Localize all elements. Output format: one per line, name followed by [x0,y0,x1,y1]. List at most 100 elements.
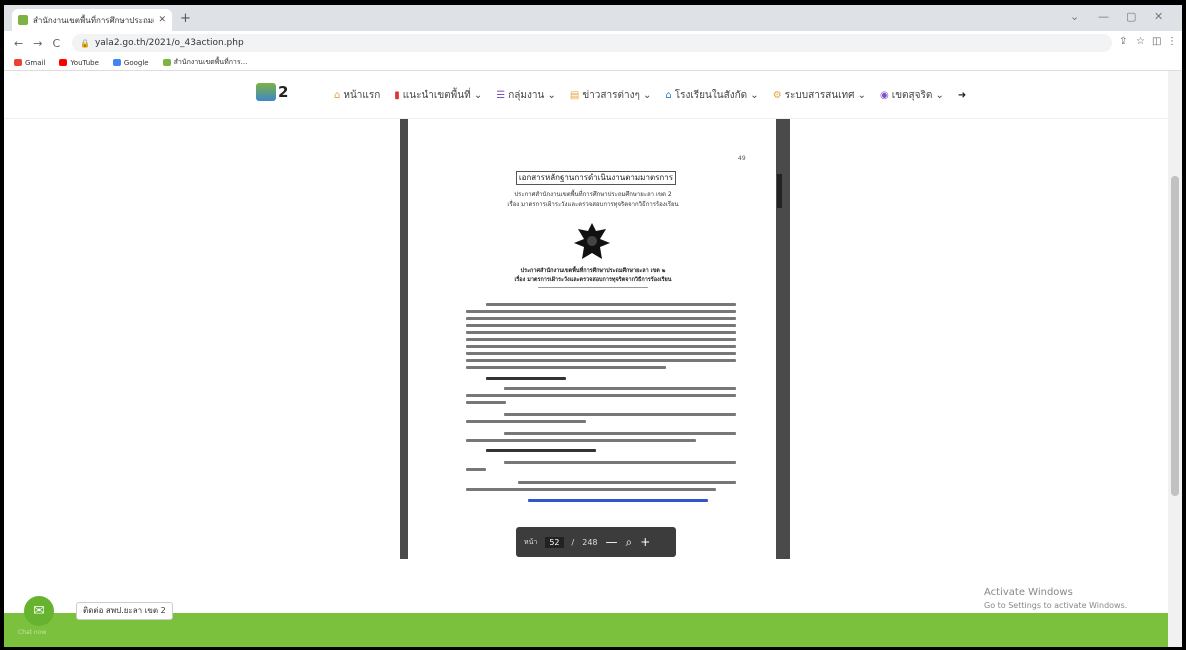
login-button[interactable]: ➜ [958,88,966,103]
close-window-icon[interactable]: ✕ [1154,10,1163,23]
site-logo[interactable]: 2 [256,83,288,101]
bookmarks-bar: Gmail YouTube Google สำนักงานเขตพื้นที่ก… [4,55,1182,71]
menu-item-groups[interactable]: ☰ กลุ่มงาน ⌄ [496,88,556,103]
document-subtitle-2: เรื่อง มาตรการเฝ้าระวังและตรวจสอบการทุจร… [507,201,679,208]
address-bar[interactable]: 🔒 yala2.go.th/2021/o_43action.php [72,34,1112,52]
zoom-icon[interactable]: ⌕ [626,535,633,550]
garuda-emblem-icon [574,223,610,259]
chat-button[interactable]: ✉ [24,596,54,626]
share-icon[interactable]: ⇪ [1119,36,1127,47]
main-menu: ⌂ หน้าแรก ▮ แนะนำเขตพื้นที่ ⌄ ☰ กลุ่มงาน ⌄ … [334,88,966,103]
new-tab-icon[interactable]: + [180,11,191,26]
reload-icon[interactable]: C [52,37,60,50]
globe-icon: ◉ [880,90,889,101]
body-text-line [518,481,736,484]
tab-title: สำนักงานเขตพื้นที่การศึกษาประถมศึก [33,15,155,25]
google-icon [112,59,121,66]
body-text-line [466,324,736,327]
body-text-line [466,317,736,320]
system-icon: ⚙ [772,90,782,101]
chat-sublabel: Chat now [18,629,47,636]
site-footer [4,613,1168,647]
site-favicon-icon [18,15,28,25]
bookmark-google[interactable]: Google [112,59,149,67]
pdf-scrollbar[interactable] [777,174,782,208]
announcement-caption-2: เรื่อง มาตรการเฝ้าระวังและตรวจสอบการทุจร… [514,277,672,283]
menu-item-home[interactable]: ⌂ หน้าแรก [334,88,380,103]
body-text-line [504,413,736,416]
body-text-line [466,345,736,348]
login-icon: ➜ [957,90,967,101]
body-text-line [466,468,486,471]
windows-activation-watermark: Activate Windows Go to Settings to activ… [984,587,1128,610]
close-tab-icon[interactable]: ✕ [158,15,166,25]
news-icon: ▤ [569,90,580,101]
body-text-line [466,401,506,404]
document-subtitle: ประกาศสำนักงานเขตพื้นที่การศึกษาประถมศึก… [514,191,672,198]
body-text-line [466,420,586,423]
pdf-viewer[interactable]: 49 เอกสารหลักฐานการดำเนินงานตามมาตรการ ป… [400,119,790,559]
page-label: หน้า [524,537,538,546]
home-icon: ⌂ [334,90,341,101]
zoom-out-button[interactable]: — [606,535,618,549]
maximize-icon[interactable]: ▢ [1126,10,1136,23]
menu-item-integrity[interactable]: ◉ เขตสุจริต ⌄ [880,88,944,103]
pdf-page-number: 49 [738,155,746,162]
body-text-line [466,359,736,362]
body-text-line [466,331,736,334]
browser-tab[interactable]: สำนักงานเขตพื้นที่การศึกษาประถมศึก ✕ [12,9,172,31]
pdf-page: 49 เอกสารหลักฐานการดำเนินงานตามมาตรการ ป… [408,119,776,559]
zoom-in-button[interactable]: + [640,535,650,549]
bookmark-gmail[interactable]: Gmail [14,59,45,67]
body-text-line [466,338,736,341]
bookmark-star-icon[interactable]: ☆ [1136,36,1145,47]
body-text-line [466,310,736,313]
menu-item-news[interactable]: ▤ ข่าวสารต่างๆ ⌄ [570,88,652,103]
body-text-line [466,394,736,397]
bookmark-youtube[interactable]: YouTube [59,59,99,67]
body-text-line [504,461,736,464]
body-link-line [528,499,708,502]
sidepanel-icon[interactable]: ◫ [1152,36,1161,47]
tab-search-icon[interactable]: ⌄ [1070,10,1079,23]
menu-item-systems[interactable]: ⚙ ระบบสารสนเทศ ⌄ [773,88,866,103]
menu-item-about[interactable]: ▮ แนะนำเขตพื้นที่ ⌄ [394,88,482,103]
announcement-caption: ประกาศสำนักงานเขตพื้นที่การศึกษาประถมศึก… [520,268,666,274]
body-text-line [466,439,696,442]
page-content: 49 เอกสารหลักฐานการดำเนินงานตามมาตรการ ป… [4,119,1168,613]
body-heading-line [486,449,596,452]
body-text-line [466,488,716,491]
menu-item-schools[interactable]: ⌂ โรงเรียนในสังกัด ⌄ [665,88,758,103]
gmail-icon [14,59,22,66]
site-header: 2 ⌂ หน้าแรก ▮ แนะนำเขตพื้นที่ ⌄ ☰ กลุ่มงาน … [4,71,1182,119]
pdf-toolbar: หน้า 52 / 248 — ⌕ + [516,527,676,557]
logo-icon [256,83,276,101]
school-icon: ⌂ [665,90,672,101]
menu-dots-icon[interactable]: ⋮ [1167,36,1177,47]
list-icon: ☰ [496,90,506,101]
building-icon: ▮ [394,90,400,101]
forward-icon[interactable]: → [33,37,42,50]
chat-label[interactable]: ติดต่อ สพป.ยะลา เขต 2 [76,602,173,620]
body-text-line [466,366,666,369]
page-number-input[interactable]: 52 [545,536,564,548]
office-favicon-icon [162,59,171,66]
page-separator: / [571,537,575,547]
youtube-icon [59,59,68,66]
divider [538,287,648,288]
back-icon[interactable]: ← [14,37,23,50]
browser-window: สำนักงานเขตพื้นที่การศึกษาประถมศึก ✕ + ⌄… [4,5,1182,647]
body-text-line [504,387,736,390]
url-text: yala2.go.th/2021/o_43action.php [94,38,244,48]
tab-strip: สำนักงานเขตพื้นที่การศึกษาประถมศึก ✕ + ⌄… [4,5,1182,31]
body-text-line [504,432,736,435]
total-pages: 248 [582,537,598,547]
bookmark-office[interactable]: สำนักงานเขตพื้นที่การ... [162,57,247,68]
lock-icon: 🔒 [80,38,90,48]
body-heading-line [486,377,566,380]
body-text-line [466,352,736,355]
page-scrollbar-thumb[interactable] [1171,176,1179,496]
minimize-icon[interactable]: — [1098,10,1109,23]
page-scrollbar[interactable] [1168,71,1182,647]
body-text-line [486,303,736,306]
